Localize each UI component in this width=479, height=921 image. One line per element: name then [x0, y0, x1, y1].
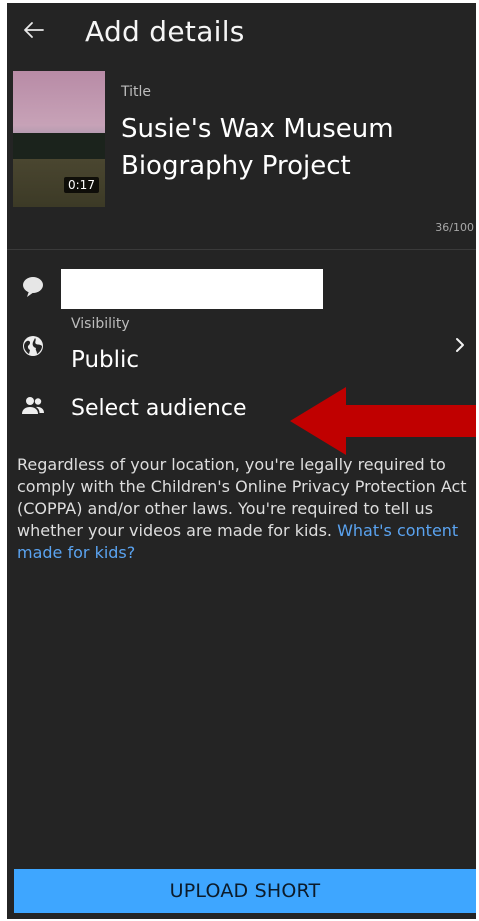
people-icon — [22, 397, 44, 414]
video-duration-badge: 0:17 — [64, 177, 99, 193]
add-details-screen: Add details 0:17 Title Susie's Wax Museu… — [7, 3, 476, 919]
video-details-row: 0:17 Title Susie's Wax Museum Biography … — [7, 71, 476, 221]
video-thumbnail[interactable]: 0:17 — [13, 71, 105, 207]
annotation-arrow-icon — [290, 387, 476, 455]
coppa-notice: Regardless of your location, you're lega… — [17, 454, 469, 564]
chevron-right-icon[interactable] — [451, 334, 469, 356]
title-field-label: Title — [121, 84, 152, 100]
upload-short-button[interactable]: UPLOAD SHORT — [14, 869, 476, 913]
title-input[interactable]: Susie's Wax Museum Biography Project — [121, 111, 471, 185]
visibility-label: Visibility — [71, 316, 130, 332]
thumbnail-treeline — [13, 133, 105, 159]
title-char-count: 36/100 — [435, 221, 474, 234]
visibility-value[interactable]: Public — [71, 347, 139, 373]
comment-bubble-icon — [23, 277, 43, 297]
divider — [7, 249, 476, 250]
description-input[interactable] — [61, 269, 323, 309]
select-audience-label[interactable]: Select audience — [71, 396, 246, 422]
page-title: Add details — [85, 15, 245, 48]
back-arrow-icon[interactable] — [19, 15, 49, 45]
header-bar: Add details — [7, 3, 476, 63]
globe-icon — [23, 336, 43, 356]
